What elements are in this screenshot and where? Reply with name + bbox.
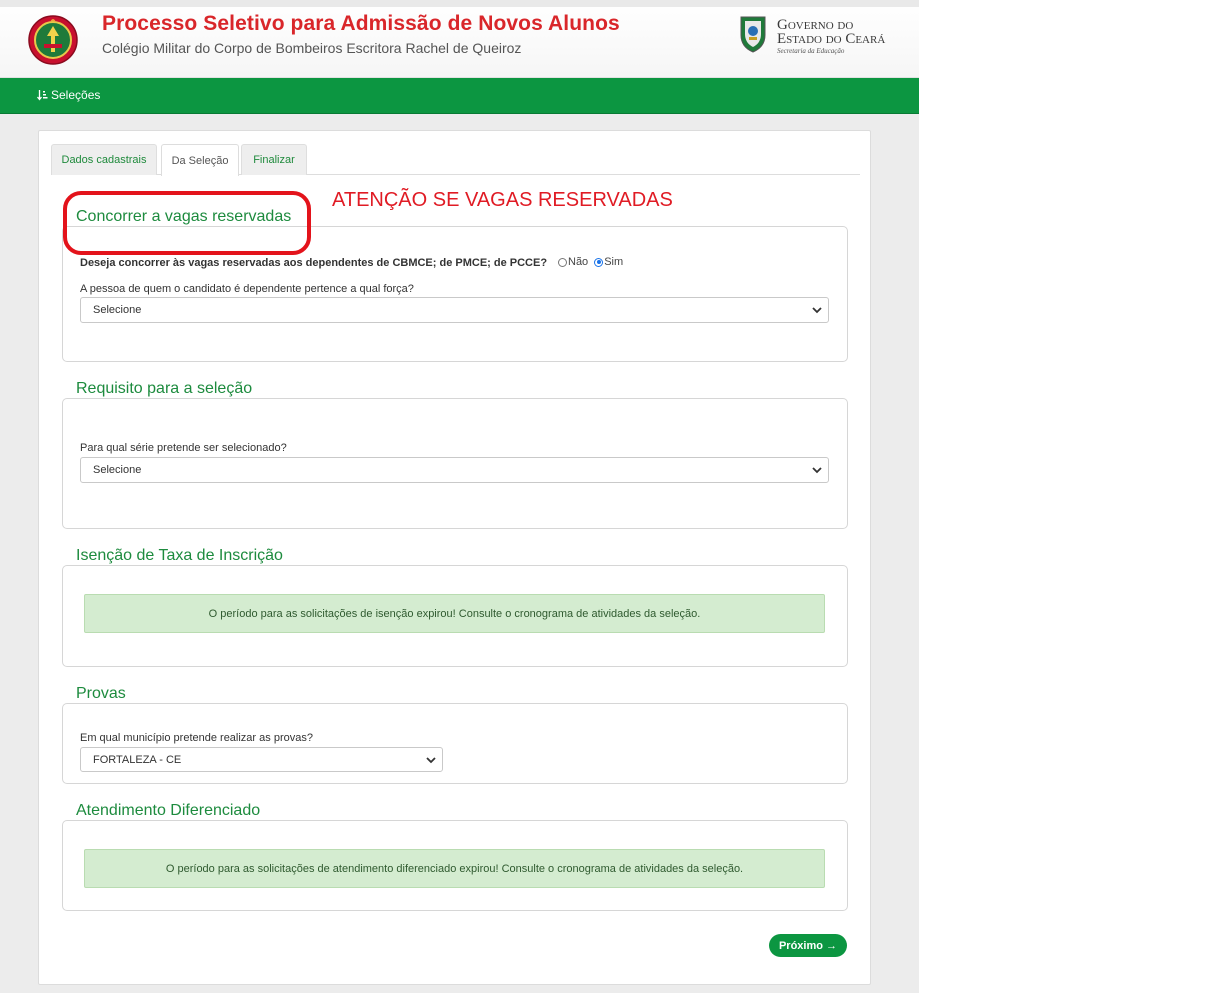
- serie-select[interactable]: Selecione: [80, 457, 829, 483]
- municipio-label: Em qual município pretende realizar as p…: [80, 732, 313, 744]
- radio-sim-label: Sim: [604, 256, 624, 268]
- nav-item-label: Seleções: [51, 88, 101, 102]
- forca-select-value: Selecione: [93, 304, 142, 316]
- app-window: Processo Seletivo para Admissão de Novos…: [0, 0, 919, 993]
- tab-finalizar[interactable]: Finalizar: [241, 144, 307, 175]
- vagas-radio-group: Não Sim: [558, 256, 629, 268]
- fire-department-emblem-icon: [28, 15, 78, 65]
- vagas-question-label: Deseja concorrer às vagas reservadas aos…: [80, 257, 548, 269]
- fieldset-isencao: Isenção de Taxa de Inscrição O período p…: [62, 547, 848, 667]
- page-subtitle: Colégio Militar do Corpo de Bombeiros Es…: [102, 40, 522, 56]
- serie-label: Para qual série pretende ser selecionado…: [80, 442, 287, 454]
- ceara-coat-of-arms-icon: [740, 16, 766, 53]
- radio-nao[interactable]: [558, 257, 567, 267]
- site-header: Processo Seletivo para Admissão de Novos…: [0, 0, 919, 78]
- government-logo: Governo do Estado do Ceará Secretaria da…: [737, 13, 887, 55]
- radio-nao-label: Não: [568, 256, 589, 268]
- municipio-select-value: FORTALEZA - CE: [93, 753, 182, 766]
- isencao-alert: O período para as solicitações de isençã…: [84, 594, 825, 633]
- main-navbar: Seleções: [0, 78, 919, 114]
- atendimento-alert: O período para as solicitações de atendi…: [84, 849, 825, 888]
- fieldset-legend: Provas: [72, 685, 130, 703]
- chevron-down-icon: [812, 467, 822, 474]
- fieldset-vagas-reservadas: Concorrer a vagas reservadas Deseja conc…: [62, 208, 848, 362]
- forca-select[interactable]: Selecione: [80, 297, 829, 323]
- top-strip: [0, 0, 919, 7]
- page-title: Processo Seletivo para Admissão de Novos…: [102, 12, 620, 35]
- fieldset-legend: Concorrer a vagas reservadas: [72, 208, 296, 226]
- fieldset-legend: Isenção de Taxa de Inscrição: [72, 547, 287, 565]
- main-card: Dados cadastrais Da Seleção Finalizar AT…: [38, 130, 871, 985]
- gov-logo-line3: Secretaria da Educação: [777, 47, 845, 55]
- forca-label: A pessoa de quem o candidato é dependent…: [80, 283, 414, 295]
- sort-icon: [37, 89, 48, 101]
- tab-da-selecao[interactable]: Da Seleção: [161, 144, 239, 176]
- municipio-select[interactable]: FORTALEZA - CE: [80, 747, 443, 772]
- fieldset-provas: Provas Em qual município pretende realiz…: [62, 685, 848, 784]
- radio-sim[interactable]: [594, 257, 604, 267]
- serie-select-value: Selecione: [93, 464, 142, 476]
- gov-logo-line2: Estado do Ceará: [777, 31, 886, 47]
- nav-item-selecoes[interactable]: Seleções: [37, 88, 100, 102]
- tab-bar: Dados cadastrais Da Seleção Finalizar: [51, 144, 860, 176]
- fieldset-atendimento-diferenciado: Atendimento Diferenciado O período para …: [62, 802, 848, 911]
- chevron-down-icon: [426, 757, 436, 764]
- annotation-warning-text: ATENÇÃO SE VAGAS RESERVADAS: [332, 189, 673, 211]
- fieldset-legend: Atendimento Diferenciado: [72, 802, 265, 820]
- next-button[interactable]: Próximo →: [769, 934, 847, 957]
- chevron-down-icon: [812, 307, 822, 314]
- tab-dados-cadastrais[interactable]: Dados cadastrais: [51, 144, 157, 175]
- fieldset-requisito: Requisito para a seleção Para qual série…: [62, 380, 848, 529]
- fieldset-legend: Requisito para a seleção: [72, 380, 257, 398]
